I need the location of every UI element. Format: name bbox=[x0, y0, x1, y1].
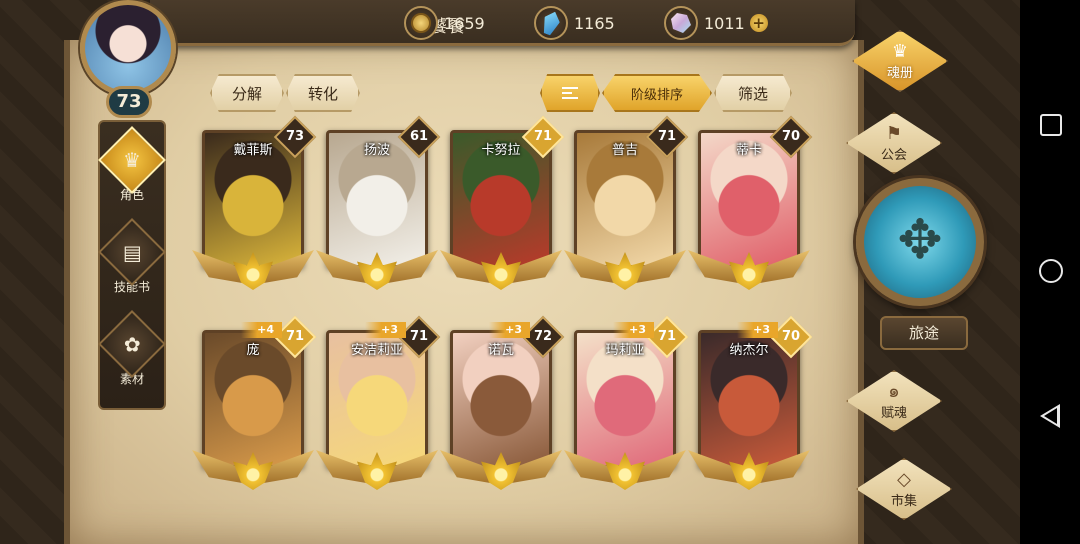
journey-button[interactable]: ✥ bbox=[856, 178, 984, 306]
hero-level: 72 bbox=[533, 329, 553, 344]
hero-card[interactable]: 庞 71 +4 bbox=[192, 315, 317, 490]
hero-card[interactable]: 纳杰尔 70 +3 bbox=[688, 315, 813, 490]
market-button[interactable]: ◇ 市集 bbox=[856, 458, 952, 520]
blue-gem-icon bbox=[534, 6, 568, 40]
gold-value: 1659 bbox=[444, 13, 485, 33]
rank-crest-icon bbox=[688, 446, 810, 492]
rank-crest-icon bbox=[440, 446, 562, 492]
rank-crest-icon bbox=[316, 246, 438, 292]
hero-card[interactable]: 卡努拉 71 bbox=[440, 115, 565, 290]
journey-emblem-icon: ✥ bbox=[897, 208, 943, 271]
hero-bonus-badge: +3 bbox=[489, 322, 530, 338]
back-button[interactable] bbox=[1040, 404, 1060, 428]
gold-currency: 1659 bbox=[404, 5, 485, 41]
avatar[interactable] bbox=[80, 0, 176, 96]
rank-crest-icon bbox=[440, 246, 562, 292]
player-avatar-area[interactable]: 73 bbox=[68, 0, 188, 120]
spiral-icon: ๑ bbox=[888, 380, 900, 402]
rank-crest-icon bbox=[564, 446, 686, 492]
tab-material[interactable]: ✿ 素材 bbox=[98, 310, 166, 398]
top-bar: 饕餮 1659 1165 1011 + bbox=[150, 0, 855, 46]
soul-gift-label: 赋魂 bbox=[880, 405, 907, 421]
tab-character[interactable]: ♛ 角色 bbox=[98, 126, 166, 214]
hero-bonus-badge: +3 bbox=[613, 322, 654, 338]
soul-book-button[interactable]: ♛ 魂册 bbox=[852, 30, 948, 92]
convert-button[interactable]: 转化 bbox=[286, 74, 360, 112]
android-nav-bar bbox=[1020, 0, 1080, 544]
hero-level: 71 bbox=[657, 129, 677, 144]
market-diamond: ◇ 市集 bbox=[856, 458, 952, 520]
skill-book-icon: ▤ bbox=[98, 218, 166, 286]
gem-currency: 1165 bbox=[534, 5, 615, 41]
crystal-currency: 1011 + bbox=[664, 5, 768, 41]
gem-value: 1165 bbox=[574, 13, 615, 33]
hero-level: 71 bbox=[533, 129, 553, 144]
hero-card[interactable]: 蒂卡 70 bbox=[688, 115, 813, 290]
hero-bonus-badge: +3 bbox=[365, 322, 406, 338]
hero-level: 70 bbox=[781, 129, 801, 144]
soul-book-label: 魂册 bbox=[886, 65, 913, 81]
soul-book-diamond: ♛ 魂册 bbox=[852, 30, 948, 92]
rank-crest-icon bbox=[688, 246, 810, 292]
hero-level: 73 bbox=[285, 129, 305, 144]
sort-by-tier-button[interactable]: 阶级排序 bbox=[602, 74, 712, 112]
rank-crest-icon bbox=[316, 446, 438, 492]
hero-level: 71 bbox=[657, 329, 677, 344]
guild-diamond: ⚑ 公会 bbox=[846, 112, 942, 174]
rank-crest-icon bbox=[192, 446, 314, 492]
soul-gift-button[interactable]: ๑ 赋魂 bbox=[846, 370, 942, 432]
hero-level: 71 bbox=[409, 329, 429, 344]
hero-level: 71 bbox=[285, 329, 305, 344]
rank-crest-icon bbox=[564, 246, 686, 292]
game-screen: 饕餮 1659 1165 1011 + 73 ♛ 角色 ▤ 技能书 ✿ 素材 分… bbox=[0, 0, 1020, 544]
guild-button[interactable]: ⚑ 公会 bbox=[846, 112, 942, 174]
hero-level: 70 bbox=[781, 329, 801, 344]
hero-card[interactable]: 安洁莉亚 71 +3 bbox=[316, 315, 441, 490]
player-level-badge: 73 bbox=[106, 86, 152, 118]
journey-label[interactable]: 旅途 bbox=[880, 316, 968, 350]
gold-coin-icon bbox=[404, 6, 438, 40]
hero-level: 61 bbox=[409, 129, 429, 144]
guild-icon: ⚑ bbox=[885, 122, 903, 144]
diamond-icon: ◇ bbox=[897, 468, 911, 490]
hero-card[interactable]: 普吉 71 bbox=[564, 115, 689, 290]
sort-icon bbox=[562, 87, 578, 99]
sort-order-button[interactable] bbox=[540, 74, 600, 112]
hero-card[interactable]: 戴菲斯 73 bbox=[192, 115, 317, 290]
hero-card[interactable]: 扬波 61 bbox=[316, 115, 441, 290]
tab-skill-book[interactable]: ▤ 技能书 bbox=[98, 218, 166, 306]
hero-bonus-badge: +4 bbox=[241, 322, 282, 338]
crystal-value: 1011 bbox=[704, 13, 745, 33]
soul-crystal-icon bbox=[664, 6, 698, 40]
hero-card[interactable]: 玛莉亚 71 +3 bbox=[564, 315, 689, 490]
recent-apps-button[interactable] bbox=[1040, 114, 1062, 136]
material-icon: ✿ bbox=[98, 310, 166, 378]
rank-crest-icon bbox=[192, 246, 314, 292]
soul-book-icon: ♛ bbox=[891, 40, 909, 62]
hero-bonus-badge: +3 bbox=[737, 322, 778, 338]
decompose-button[interactable]: 分解 bbox=[210, 74, 284, 112]
add-crystal-button[interactable]: + bbox=[749, 14, 768, 32]
market-label: 市集 bbox=[890, 493, 917, 509]
inventory-tab-rail: ♛ 角色 ▤ 技能书 ✿ 素材 bbox=[98, 120, 166, 410]
filter-button[interactable]: 筛选 bbox=[714, 74, 792, 112]
hero-card[interactable]: 诺瓦 72 +3 bbox=[440, 315, 565, 490]
home-button[interactable] bbox=[1039, 259, 1063, 283]
soul-gift-diamond: ๑ 赋魂 bbox=[846, 370, 942, 432]
guild-label: 公会 bbox=[880, 147, 907, 163]
character-icon: ♛ bbox=[98, 126, 166, 194]
